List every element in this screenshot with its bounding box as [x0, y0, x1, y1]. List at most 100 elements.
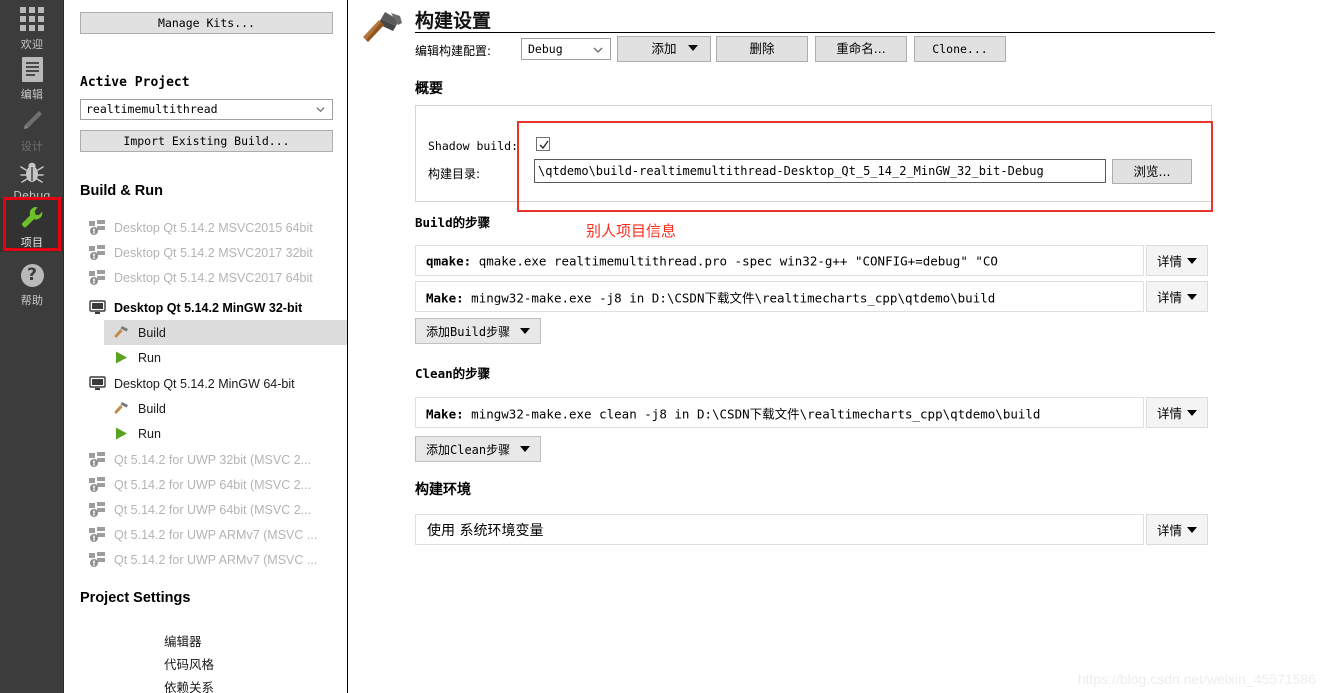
kit-warning-icon	[88, 244, 107, 261]
kit-tree-item[interactable]: Qt 5.14.2 for UWP 32bit (MSVC 2...	[88, 447, 347, 472]
active-project-value: realtimemultithread	[86, 102, 218, 116]
kit-tree-item-label: Qt 5.14.2 for UWP ARMv7 (MSVC ...	[114, 527, 318, 542]
details-label: 详情	[1156, 254, 1182, 269]
kit-tree-item-label: Desktop Qt 5.14.2 MinGW 32-bit	[114, 300, 303, 315]
bug-icon	[19, 157, 45, 187]
build-step-details-button[interactable]: 详情	[1146, 281, 1208, 312]
kit-warning-icon	[88, 501, 107, 518]
chevron-down-icon	[316, 107, 325, 113]
caret-down-icon	[688, 45, 698, 71]
build-run-heading: Build & Run	[80, 183, 163, 199]
build-step-command: qmake.exe realtimemultithread.pro -spec …	[478, 253, 998, 268]
build-step-text: Make: mingw32-make.exe -j8 in D:\CSDN下载文…	[426, 287, 995, 306]
watermark: https://blog.csdn.net/weixin_45571586	[1077, 671, 1316, 687]
kit-tree-item[interactable]: Desktop Qt 5.14.2 MSVC2017 64bit	[88, 265, 347, 290]
wrench-icon	[19, 202, 45, 232]
caret-down-icon	[1187, 257, 1197, 264]
remove-config-button[interactable]: 删除	[716, 36, 808, 62]
mode-item-projects[interactable]: 项目	[0, 198, 64, 252]
desktop-icon	[88, 375, 107, 392]
kit-tree-item-label: Build	[138, 401, 166, 416]
hammer-icon	[112, 400, 131, 417]
mode-item-design[interactable]: 设计	[0, 104, 64, 159]
kit-tree-item-label: Run	[138, 350, 161, 365]
clean-step-row[interactable]: Make: mingw32-make.exe clean -j8 in D:\C…	[415, 397, 1144, 428]
clone-config-button[interactable]: Clone...	[914, 36, 1006, 62]
build-environment-heading: 构建环境	[415, 482, 471, 498]
desktop-icon	[88, 299, 107, 316]
mode-selector-bar: 欢迎 编辑 设计 Debug 项目 ? 帮助	[0, 0, 64, 693]
build-step-text: qmake: qmake.exe realtimemultithread.pro…	[426, 253, 998, 268]
config-label: 编辑构建配置:	[415, 44, 492, 58]
rename-config-button[interactable]: 重命名...	[815, 36, 907, 62]
project-settings-item-code-style[interactable]: 代码风格	[164, 654, 214, 673]
kit-warning-icon	[88, 451, 107, 468]
kit-tree-item[interactable]: Run	[112, 421, 347, 446]
build-config-value: Debug	[528, 42, 563, 56]
build-config-combo[interactable]: Debug	[521, 38, 611, 60]
manage-kits-button[interactable]: Manage Kits...	[80, 12, 333, 34]
active-project-combo[interactable]: realtimemultithread	[80, 99, 333, 120]
add-clean-step-label: 添加Clean步骤	[426, 442, 511, 457]
build-environment-row[interactable]: 使用 系统环境变量	[415, 514, 1144, 545]
kit-tree-item-label: Qt 5.14.2 for UWP 32bit (MSVC 2...	[114, 452, 312, 467]
project-settings-item-dependencies[interactable]: 依赖关系	[164, 677, 214, 693]
add-build-step-button[interactable]: 添加Build步骤	[415, 318, 541, 344]
kit-tree-item-label: Run	[138, 426, 161, 441]
kit-tree-item[interactable]: Qt 5.14.2 for UWP ARMv7 (MSVC ...	[88, 547, 347, 572]
details-label: 详情	[1156, 290, 1182, 305]
question-circle-icon: ?	[20, 260, 44, 290]
mode-item-help[interactable]: ? 帮助	[0, 258, 64, 313]
kit-tree-item[interactable]: Build	[104, 320, 347, 345]
mode-label-welcome: 欢迎	[20, 38, 44, 51]
build-step-row[interactable]: Make: mingw32-make.exe -j8 in D:\CSDN下载文…	[415, 281, 1144, 312]
mode-item-welcome[interactable]: 欢迎	[0, 2, 64, 57]
pencil-icon	[19, 106, 45, 136]
mode-item-edit[interactable]: 编辑	[0, 52, 64, 107]
add-clean-step-button[interactable]: 添加Clean步骤	[415, 436, 541, 462]
kit-tree-item-label: Desktop Qt 5.14.2 MSVC2017 64bit	[114, 270, 313, 285]
caret-down-icon	[520, 446, 531, 452]
kit-tree-item[interactable]: Qt 5.14.2 for UWP 64bit (MSVC 2...	[88, 497, 347, 522]
kit-warning-icon	[88, 526, 107, 543]
kit-tree-item[interactable]: Run	[112, 345, 347, 370]
build-directory-label: 构建目录:	[428, 167, 481, 181]
hammer-icon	[363, 12, 402, 42]
kit-tree-item-label: Qt 5.14.2 for UWP ARMv7 (MSVC ...	[114, 552, 318, 567]
kit-tree-item[interactable]: Qt 5.14.2 for UWP 64bit (MSVC 2...	[88, 472, 347, 497]
kit-tree-item-label: Desktop Qt 5.14.2 MSVC2017 32bit	[114, 245, 313, 260]
shadow-build-checkbox[interactable]	[536, 137, 550, 151]
clean-step-details-button[interactable]: 详情	[1146, 397, 1208, 428]
build-environment-value: 使用 系统环境变量	[427, 522, 544, 539]
kit-tree-item[interactable]: Desktop Qt 5.14.2 MSVC2015 64bit	[88, 215, 347, 240]
kit-tree-item[interactable]: Desktop Qt 5.14.2 MSVC2017 32bit	[88, 240, 347, 265]
annotation-text: 别人项目信息	[586, 222, 677, 240]
mode-label-help: 帮助	[20, 294, 44, 307]
build-settings-page: 构建设置 编辑构建配置: Debug 添加 删除 重命名... Clone...…	[349, 0, 1324, 693]
project-settings-heading: Project Settings	[80, 590, 191, 606]
import-existing-build-button[interactable]: Import Existing Build...	[80, 130, 333, 152]
kit-tree-item-label: Desktop Qt 5.14.2 MSVC2015 64bit	[114, 220, 313, 235]
kit-warning-icon	[88, 269, 107, 286]
kit-tree-item[interactable]: Build	[112, 396, 347, 421]
kit-tree-item-label: Qt 5.14.2 for UWP 64bit (MSVC 2...	[114, 502, 312, 517]
details-label: 详情	[1156, 523, 1182, 538]
kit-tree-item[interactable]: Qt 5.14.2 for UWP ARMv7 (MSVC ...	[88, 522, 347, 547]
clean-step-text: Make: mingw32-make.exe clean -j8 in D:\C…	[426, 403, 1040, 422]
play-icon	[112, 425, 131, 442]
caret-down-icon	[520, 328, 531, 334]
kit-tree-item-label: Qt 5.14.2 for UWP 64bit (MSVC 2...	[114, 477, 312, 492]
play-icon	[112, 349, 131, 366]
build-environment-details-button[interactable]: 详情	[1146, 514, 1208, 545]
build-step-details-button[interactable]: 详情	[1146, 245, 1208, 276]
project-settings-item-editor[interactable]: 编辑器	[164, 631, 202, 650]
kit-tree-item[interactable]: Desktop Qt 5.14.2 MinGW 32-bit	[88, 295, 347, 320]
mode-label-edit: 编辑	[20, 88, 44, 101]
add-config-button[interactable]: 添加	[617, 36, 711, 66]
chevron-down-icon	[593, 47, 603, 53]
browse-button[interactable]: 浏览...	[1112, 159, 1192, 184]
kit-tree-item[interactable]: Desktop Qt 5.14.2 MinGW 64-bit	[88, 371, 347, 396]
build-directory-input[interactable]: \qtdemo\build-realtimemultithread-Deskto…	[534, 159, 1106, 183]
build-step-row[interactable]: qmake: qmake.exe realtimemultithread.pro…	[415, 245, 1144, 276]
caret-down-icon	[1187, 293, 1197, 300]
